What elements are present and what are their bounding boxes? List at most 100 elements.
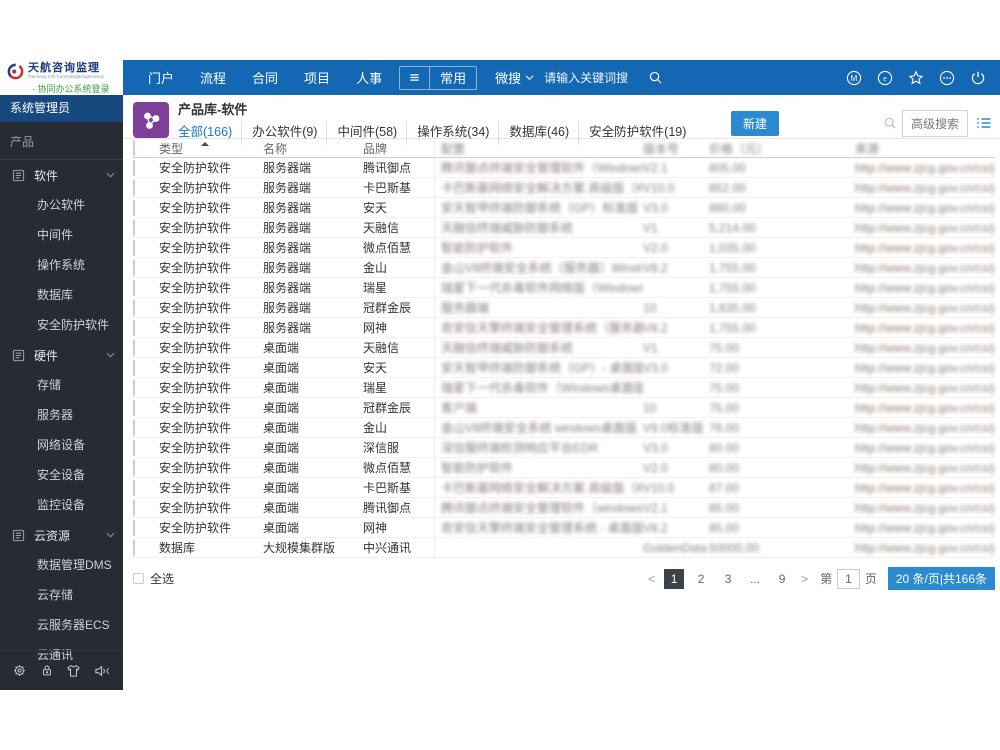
enterprise-e-icon[interactable]: e: [877, 70, 893, 86]
cell-price-blurred: 75.00: [709, 398, 855, 417]
page-title: 产品库-软件: [178, 102, 248, 117]
select-all-header-checkbox[interactable]: [133, 140, 135, 156]
cell-source-blurred: http://www.zjcg.gov.cn/cs/jcg/: [855, 460, 995, 475]
column-header-desc-blurred[interactable]: 配置: [435, 140, 643, 157]
page-button-1[interactable]: 1: [664, 568, 685, 589]
wesearch-dropdown[interactable]: 微搜: [495, 68, 534, 87]
list-view-icon[interactable]: [976, 116, 992, 130]
pagination: < 1 2 3 ... 9 > 第 1 页 20 条/页|共166条: [646, 567, 995, 590]
nav-item-project[interactable]: 项目: [291, 68, 343, 87]
search-icon[interactable]: [883, 116, 897, 130]
cell-brand: 微点佰慧: [363, 238, 435, 257]
sidebar-group-software[interactable]: 软件: [0, 160, 123, 190]
settings-gear-icon[interactable]: [12, 663, 27, 678]
row-checkbox[interactable]: [133, 179, 135, 196]
app-window: 天航咨询监理 Tianhang Info Consulting&Supervis…: [0, 60, 1000, 690]
nav-common-group: 常用: [399, 65, 478, 90]
row-checkbox[interactable]: [133, 479, 135, 496]
row-checkbox[interactable]: [133, 339, 135, 356]
table-row: 安全防护软件 服务器端 网神 奇安信天擎终端安全管理系统（服务器端） V8.2 …: [133, 318, 995, 338]
theme-shirt-icon[interactable]: [66, 664, 81, 678]
cell-desc-blurred: 金山V8终端安全系统 windows桌面版: [441, 421, 638, 435]
page-button-2[interactable]: 2: [691, 569, 711, 589]
tab-office-software[interactable]: 办公软件(9): [241, 121, 317, 145]
table-search-input[interactable]: [786, 111, 883, 135]
nav-item-common[interactable]: 常用: [430, 67, 476, 89]
row-checkbox[interactable]: [133, 239, 135, 256]
sidebar-item-cloud-storage[interactable]: 云存储: [0, 580, 123, 610]
sidebar-item-database[interactable]: 数据库: [0, 280, 123, 310]
speaker-volume-icon[interactable]: [94, 664, 111, 678]
lock-icon[interactable]: [40, 663, 54, 678]
row-checkbox[interactable]: [133, 219, 135, 236]
power-logout-icon[interactable]: [970, 70, 986, 86]
row-checkbox[interactable]: [133, 539, 135, 556]
row-checkbox[interactable]: [133, 299, 135, 316]
sidebar-item-office-software[interactable]: 办公软件: [0, 190, 123, 220]
wesearch-label: 微搜: [495, 71, 522, 86]
search-icon[interactable]: [648, 70, 663, 85]
sidebar-item-dms[interactable]: 数据管理DMS: [0, 550, 123, 580]
sidebar-item-security-software[interactable]: 安全防护软件: [0, 310, 123, 340]
cell-desc-blurred: 瑞星下一代杀毒软件（Windows桌面版）: [441, 381, 643, 395]
sidebar-item-os[interactable]: 操作系统: [0, 250, 123, 280]
menu-icon[interactable]: [400, 66, 431, 89]
favorite-star-icon[interactable]: [908, 69, 924, 86]
cell-brand: 卡巴斯基: [363, 178, 435, 197]
sidebar-item-middleware[interactable]: 中间件: [0, 220, 123, 250]
sidebar-item-ecs[interactable]: 云服务器ECS: [0, 610, 123, 640]
message-m-icon[interactable]: M: [846, 70, 862, 86]
page-button-9[interactable]: 9: [772, 569, 792, 589]
cloud-group-icon: [12, 529, 25, 542]
nav-item-portal[interactable]: 门户: [135, 68, 187, 87]
row-checkbox[interactable]: [133, 439, 135, 456]
cell-version-blurred: V1: [643, 220, 658, 235]
sidebar-group-hardware[interactable]: 硬件: [0, 340, 123, 370]
cell-desc-blurred: 卡巴斯基网络安全解决方案 高级版（KESA）- KES: [441, 481, 643, 495]
nav-item-hr[interactable]: 人事: [343, 68, 395, 87]
column-header-version-blurred[interactable]: 版本号: [643, 140, 709, 157]
page-size-summary[interactable]: 20 条/页|共166条: [887, 567, 995, 590]
nav-item-process[interactable]: 流程: [187, 68, 239, 87]
row-checkbox[interactable]: [133, 419, 135, 436]
tab-middleware[interactable]: 中间件(58): [326, 121, 397, 145]
new-button[interactable]: 新建: [730, 110, 779, 136]
row-checkbox[interactable]: [133, 279, 135, 296]
row-checkbox[interactable]: [133, 199, 135, 216]
column-header-price-blurred[interactable]: 价格（元）: [709, 139, 855, 157]
sidebar-group-cloud[interactable]: 云资源: [0, 520, 123, 550]
page-jump-input[interactable]: 1: [837, 568, 860, 589]
sidebar-item-security-device[interactable]: 安全设备: [0, 460, 123, 490]
cell-type: 安全防护软件: [159, 361, 232, 375]
row-checkbox[interactable]: [133, 259, 135, 276]
nav-item-contract[interactable]: 合同: [239, 68, 291, 87]
column-header-source-blurred[interactable]: 来源: [855, 140, 995, 157]
sidebar-item-network-device[interactable]: 网络设备: [0, 430, 123, 460]
cell-desc-blurred: 天融信终端威胁防御系统: [441, 221, 574, 235]
table-row: 安全防护软件 桌面端 瑞星 瑞星下一代杀毒软件（Windows桌面版） 75.0…: [133, 378, 995, 398]
next-page-button[interactable]: >: [799, 572, 810, 586]
row-checkbox[interactable]: [133, 359, 135, 376]
sidebar-item-server[interactable]: 服务器: [0, 400, 123, 430]
row-checkbox[interactable]: [133, 379, 135, 396]
tab-all[interactable]: 全部(166): [178, 121, 232, 145]
row-checkbox[interactable]: [133, 499, 135, 516]
prev-page-button[interactable]: <: [646, 572, 657, 586]
cell-desc-blurred: 瑞星下一代杀毒软件网络版（Windows版）: [441, 281, 643, 295]
page-button-3[interactable]: 3: [718, 569, 738, 589]
cell-name: 服务器端: [263, 301, 312, 315]
row-checkbox[interactable]: [133, 519, 135, 536]
global-search-input[interactable]: [544, 70, 649, 85]
cell-version-blurred: V3.0: [643, 200, 668, 215]
sidebar-item-storage[interactable]: 存储: [0, 370, 123, 400]
row-checkbox[interactable]: [133, 459, 135, 476]
select-all[interactable]: 全选: [133, 570, 174, 587]
row-checkbox[interactable]: [133, 399, 135, 416]
row-checkbox[interactable]: [133, 159, 135, 176]
more-options-icon[interactable]: [939, 70, 955, 86]
advanced-search-button[interactable]: 高级搜索: [901, 109, 968, 137]
row-checkbox[interactable]: [133, 319, 135, 336]
app-logo: 天航咨询监理 Tianhang Info Consulting&Supervis…: [0, 60, 123, 95]
sidebar-item-monitor-device[interactable]: 监控设备: [0, 490, 123, 520]
select-all-checkbox[interactable]: [133, 573, 144, 584]
